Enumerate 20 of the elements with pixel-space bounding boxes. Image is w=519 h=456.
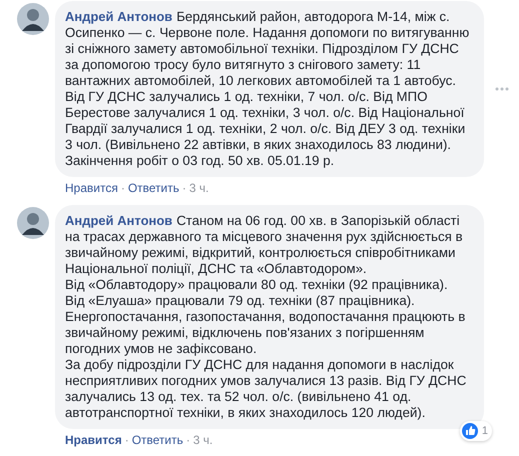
separator-dot: · bbox=[186, 433, 190, 447]
comment-text: Енергопостачання, газопостачання, водопостачання працюють в звичайному режимі, відключень пов'язаних з погіршенням погодних умов не зафіксовано. bbox=[65, 309, 466, 357]
like-link[interactable]: Нравится bbox=[65, 181, 118, 195]
separator-dot: · bbox=[182, 181, 186, 195]
reaction-count: 1 bbox=[482, 424, 488, 439]
separator-dot: · bbox=[124, 433, 129, 447]
avatar-icon[interactable] bbox=[17, 3, 49, 35]
comment-text: Від «Облавтодору» працювали 80 од. техніки (92 працівника). bbox=[65, 277, 449, 293]
comment-text: Від «Елуаша» працювали 79 од. техніки (87 працівника). bbox=[65, 293, 416, 309]
thumbs-up-icon bbox=[462, 423, 478, 439]
author-link[interactable]: Андрей Антонов bbox=[65, 9, 172, 24]
comment-text: Андрей Антонов Станом на 06 год. 00 хв. в Запорізькій області на трасах державного та місцевого значення рух здійснюється в звичайному режимі, відкритий, контролюється співробітниками Національної поліції, ДСНС та «Облавтодором». bbox=[65, 213, 464, 277]
reply-link[interactable]: Ответить bbox=[132, 433, 184, 447]
comment-text: Андрей Антонов Бердянський район, автодорога М-14, між с. Осипенко — с. Червоне поле. Надання допомоги по витягуванню зі сніжного замету автомобільної техніки. Підрозділом ГУ ДСНС за допомогою тросу було витягнуто з снігового замету: 11 вантажних автомобілей, 10 легкових автомобілей та 1 автобус. Від ГУ ДСНС залучались 1 од. техніки, 7 чол. о/с. Від МПО Берестове залучалися 1 од. техніки, 3 чол. о/с. Від Національної Гвардії залучалися 1 од. техніки, 2 чол. о/с. Від ДЕУ 3 од. техніки 3 чол. (Вивільнено 22 автівки, в яких знаходилось 83 людини). Закінчення робіт о 03 год. 50 хв. 05.01.19 р. bbox=[65, 9, 470, 169]
like-link[interactable]: Нравится bbox=[65, 433, 122, 447]
separator-dot: · bbox=[120, 181, 125, 195]
reply-link[interactable]: Ответить bbox=[128, 181, 180, 195]
author-link[interactable]: Андрей Антонов bbox=[65, 213, 172, 228]
comment-text: За добу підрозділи ГУ ДСНС для надання допомоги в наслідок несприятливих погодних умов залучалися 13 разів. Від ГУ ДСНС залучались 13 од. тех. та 52 чол. о/с. (вивільнено 41 од. автотранспортної техніки, в яких знаходилось 120 людей). bbox=[65, 357, 468, 421]
avatar-icon[interactable] bbox=[17, 207, 49, 239]
